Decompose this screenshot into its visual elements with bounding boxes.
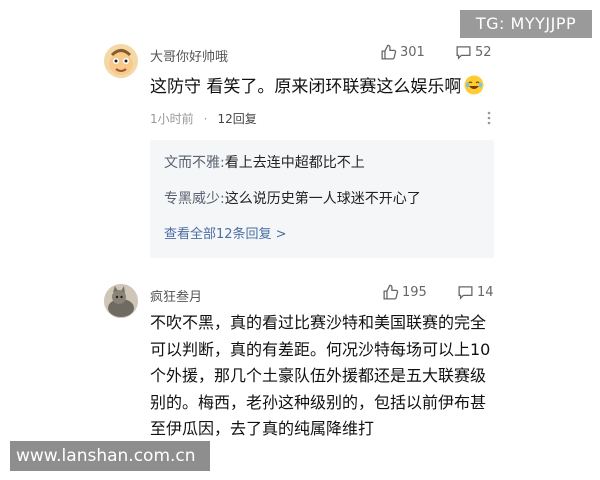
laughing-emoji-icon [464,75,484,95]
username[interactable]: 大哥你好帅哦 [150,46,228,65]
separator-dot: · [203,111,208,126]
timestamp: 1小时前 [150,112,194,126]
comment-text: 不吹不黑，真的看过比赛沙特和美国联赛的完全可以判断，真的有差距。何况沙特每场可以… [150,313,491,438]
thumbs-up-icon [381,44,397,60]
reply-item[interactable]: 文而不雅:看上去连中超都比不上 [164,152,365,172]
avatar[interactable] [104,284,138,318]
reply-count-button[interactable]: 12回复 [217,110,256,127]
watermark-top: TG: MYYJJPP [460,10,592,38]
comment-button[interactable]: 52 [455,44,492,61]
comment-bubble-icon [456,46,471,60]
like-count: 195 [402,285,427,300]
comment-item: 大哥你好帅哦 301 52 这防守 看笑了。原来闭环联赛这么娱乐啊 1小时前 · [0,36,600,266]
comment-count: 52 [475,45,492,60]
more-vertical-icon[interactable] [486,110,492,130]
comment-button[interactable]: 14 [457,284,494,301]
comment-text: 这防守 看笑了。原来闭环联赛这么娱乐啊 [150,72,484,97]
reply-text: 看上去连中超都比不上 [224,155,365,171]
avatar[interactable] [104,44,138,78]
watermark-bottom: www.lanshan.com.cn [10,441,210,471]
reply-username: 文而不雅: [164,155,225,171]
reply-item[interactable]: 专黑威少:这么说历史第一人球迷不开心了 [164,188,421,208]
reply-text: 这么说历史第一人球迷不开心了 [224,191,421,207]
reply-username: 专黑威少: [164,191,225,207]
comment-count: 14 [477,285,494,300]
like-button[interactable]: 301 [380,44,425,61]
like-count: 301 [400,45,425,60]
comment-item: 疯狂叁月 195 14 不吹不黑，真的看过比赛沙特和美国联赛的完全可以判断，真的… [0,278,600,448]
like-button[interactable]: 195 [382,284,427,301]
reply-preview-box: 文而不雅:看上去连中超都比不上 专黑威少:这么说历史第一人球迷不开心了 查看全部… [150,140,494,258]
username[interactable]: 疯狂叁月 [150,286,202,305]
comment-bubble-icon [458,286,473,300]
view-all-replies-link[interactable]: 查看全部12条回复 > [164,223,287,242]
thumbs-up-icon [383,284,399,300]
comment-meta: 1小时前 · 12回复 [150,110,257,127]
